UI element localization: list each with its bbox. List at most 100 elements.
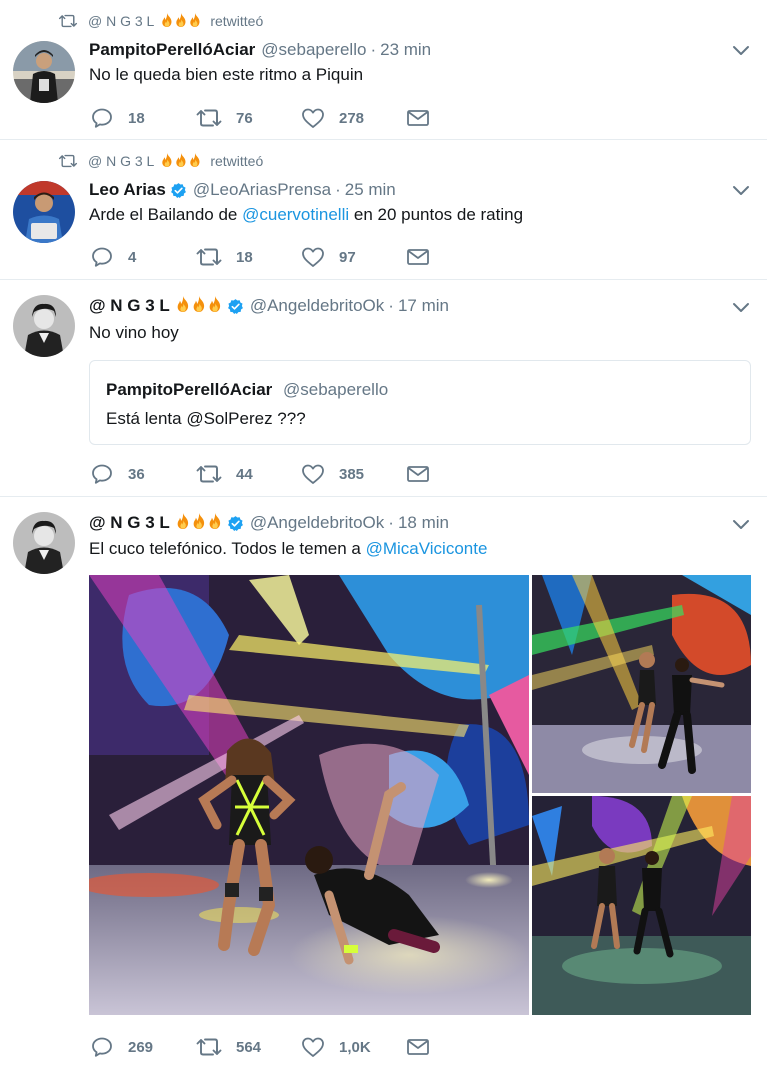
reply-button[interactable]: 269 bbox=[90, 1035, 153, 1059]
retweet-icon bbox=[58, 13, 78, 29]
author-name[interactable]: @ N G 3 L bbox=[89, 296, 170, 316]
media-grid bbox=[89, 575, 751, 1015]
quoted-tweet-text: Está lenta @SolPerez ??? bbox=[106, 409, 306, 428]
separator-dot: · bbox=[388, 296, 394, 315]
timestamp[interactable]: 18 min bbox=[398, 513, 449, 533]
direct-message-icon bbox=[406, 1037, 430, 1057]
retweet-icon bbox=[196, 246, 222, 268]
tweet-header: @ N G 3 L @AngeldebritoOk · 18 min bbox=[89, 511, 449, 535]
retweet-button[interactable]: 564 bbox=[196, 1035, 261, 1059]
tweet-actions: 36 44 385 bbox=[90, 462, 450, 486]
reply-button[interactable]: 18 bbox=[90, 106, 145, 130]
chevron-down-icon[interactable] bbox=[732, 45, 750, 57]
author-handle[interactable]: @AngeldebritoOk bbox=[250, 513, 384, 533]
reply-icon bbox=[90, 106, 114, 130]
reply-button[interactable]: 4 bbox=[90, 245, 136, 269]
like-icon bbox=[301, 246, 325, 268]
avatar[interactable] bbox=[13, 41, 75, 103]
retweeter-name[interactable]: @ N G 3 L bbox=[88, 153, 154, 169]
tweet-text-part: Arde el Bailando de bbox=[89, 205, 243, 224]
retweet-icon bbox=[58, 153, 78, 169]
tweet-text-part: El cuco telefónico. Todos le temen a bbox=[89, 539, 366, 558]
author-name[interactable]: @ N G 3 L bbox=[89, 513, 170, 533]
reply-count: 36 bbox=[128, 465, 145, 483]
retweet-context: @ N G 3 L retwitteó bbox=[58, 151, 263, 171]
chevron-down-icon[interactable] bbox=[732, 185, 750, 197]
reply-icon bbox=[90, 245, 114, 269]
retweet-icon bbox=[196, 107, 222, 129]
author-handle[interactable]: @sebaperello bbox=[261, 40, 366, 60]
like-button[interactable]: 385 bbox=[301, 462, 364, 486]
retweet-button[interactable]: 44 bbox=[196, 462, 253, 486]
timestamp[interactable]: 17 min bbox=[398, 296, 449, 316]
verified-badge-icon bbox=[227, 515, 244, 532]
direct-message-button[interactable] bbox=[406, 1035, 444, 1059]
reply-count: 269 bbox=[128, 1038, 154, 1056]
like-count: 385 bbox=[339, 465, 365, 483]
retweet-icon bbox=[196, 463, 222, 485]
reply-button[interactable]: 36 bbox=[90, 462, 145, 486]
verified-badge-icon bbox=[170, 182, 187, 199]
tweet-2[interactable]: @ N G 3 L retwitteó Leo Arias @LeoAriasP… bbox=[0, 140, 767, 280]
like-count: 97 bbox=[339, 248, 356, 266]
reply-icon bbox=[90, 462, 114, 486]
chevron-down-icon[interactable] bbox=[732, 302, 750, 314]
separator-dot: · bbox=[388, 513, 394, 532]
tweet-header: PampitoPerellóAciar @sebaperello · 23 mi… bbox=[89, 38, 431, 62]
avatar[interactable] bbox=[13, 181, 75, 243]
fire-emoji bbox=[175, 295, 223, 318]
reply-count: 18 bbox=[128, 109, 145, 127]
like-count: 278 bbox=[339, 109, 365, 127]
retweet-label: retwitteó bbox=[210, 153, 264, 169]
like-icon bbox=[301, 107, 325, 129]
direct-message-icon bbox=[406, 108, 430, 128]
media-photo-2[interactable] bbox=[532, 575, 751, 793]
mention-link[interactable]: @cuervotinelli bbox=[242, 205, 349, 224]
avatar[interactable] bbox=[13, 295, 75, 357]
mention-link[interactable]: @MicaViciconte bbox=[366, 539, 488, 558]
quoted-author-name: PampitoPerellóAciar bbox=[106, 380, 273, 399]
tweet-text: El cuco telefónico. Todos le temen a @Mi… bbox=[89, 539, 487, 559]
author-handle[interactable]: @AngeldebritoOk bbox=[250, 296, 384, 316]
like-button[interactable]: 97 bbox=[301, 245, 356, 269]
author-name[interactable]: Leo Arias bbox=[89, 180, 166, 200]
retweet-button[interactable]: 18 bbox=[196, 245, 253, 269]
media-photo-1[interactable] bbox=[89, 575, 529, 1015]
timestamp[interactable]: 25 min bbox=[345, 180, 396, 200]
like-count: 1,0K bbox=[339, 1038, 371, 1056]
direct-message-icon bbox=[406, 247, 430, 267]
retweet-label: retwitteó bbox=[210, 13, 264, 29]
media-photo-3[interactable] bbox=[532, 796, 751, 1015]
chevron-down-icon[interactable] bbox=[732, 519, 750, 531]
direct-message-button[interactable] bbox=[406, 462, 444, 486]
quoted-tweet[interactable]: PampitoPerellóAciar @sebaperello Está le… bbox=[89, 360, 751, 445]
retweet-count: 18 bbox=[236, 248, 253, 266]
like-button[interactable]: 1,0K bbox=[301, 1035, 371, 1059]
direct-message-button[interactable] bbox=[406, 245, 444, 269]
retweet-count: 44 bbox=[236, 465, 253, 483]
retweeter-name[interactable]: @ N G 3 L bbox=[88, 13, 154, 29]
like-button[interactable]: 278 bbox=[301, 106, 364, 130]
quoted-tweet-header: PampitoPerellóAciar @sebaperello bbox=[106, 380, 388, 400]
quoted-author-handle: @sebaperello bbox=[283, 380, 389, 399]
verified-badge-icon bbox=[227, 298, 244, 315]
author-name[interactable]: PampitoPerellóAciar bbox=[89, 40, 255, 60]
tweet-header: Leo Arias @LeoAriasPrensa · 25 min bbox=[89, 178, 396, 202]
fire-emoji bbox=[175, 512, 223, 535]
author-handle[interactable]: @LeoAriasPrensa bbox=[193, 180, 331, 200]
retweet-button[interactable]: 76 bbox=[196, 106, 253, 130]
retweet-count: 76 bbox=[236, 109, 253, 127]
avatar[interactable] bbox=[13, 512, 75, 574]
fire-emoji bbox=[160, 152, 202, 171]
tweet-actions: 4 18 97 bbox=[90, 245, 450, 269]
reply-count: 4 bbox=[128, 248, 137, 266]
retweet-context: @ N G 3 L retwitteó bbox=[58, 11, 263, 31]
tweet-4[interactable]: @ N G 3 L @AngeldebritoOk · 18 min El cu… bbox=[0, 497, 767, 1070]
direct-message-button[interactable] bbox=[406, 106, 444, 130]
separator-dot: · bbox=[370, 40, 377, 59]
tweet-text-part: en 20 puntos de rating bbox=[349, 205, 524, 224]
timestamp[interactable]: 23 min bbox=[380, 40, 431, 60]
tweet-3[interactable]: @ N G 3 L @AngeldebritoOk · 17 min No vi… bbox=[0, 280, 767, 497]
tweet-1[interactable]: @ N G 3 L retwitteó PampitoPerellóAciar … bbox=[0, 0, 767, 140]
tweet-text: No le queda bien este ritmo a Piquin bbox=[89, 65, 364, 84]
